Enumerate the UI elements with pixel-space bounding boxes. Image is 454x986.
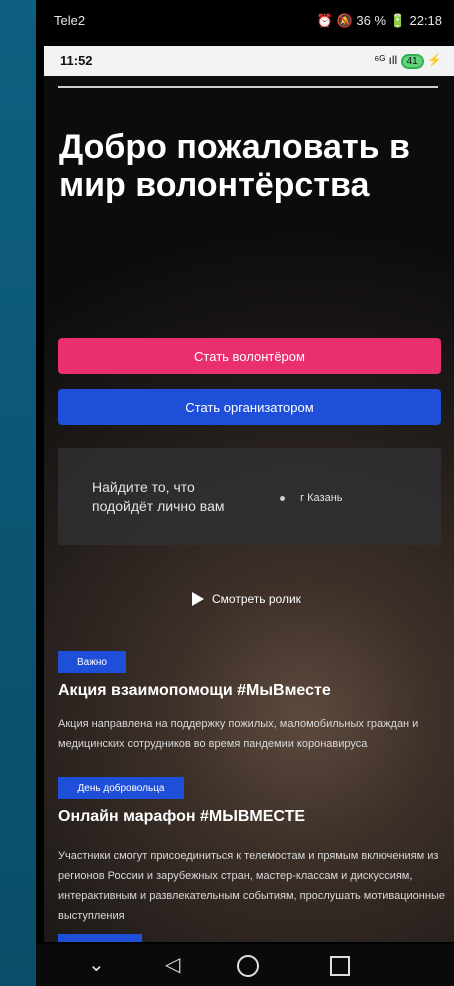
news-badge[interactable]: Важно: [58, 651, 126, 673]
location-pin-icon: [280, 495, 285, 501]
battery-icon: 41: [400, 54, 424, 69]
signal-icon: ⁶ᴳ ıll: [374, 53, 398, 67]
become-organizer-button[interactable]: Стать организатором: [58, 389, 441, 425]
news-title[interactable]: Онлайн марафон #МЫВМЕСТЕ: [58, 808, 305, 826]
news-description: Участники смогут присоединиться к телемо…: [58, 850, 445, 922]
system-navigation-bar: ⌄ ◁: [36, 944, 454, 986]
search-panel[interactable]: Найдите то, что подойдёт лично вам г Каз…: [58, 448, 441, 545]
home-icon[interactable]: [237, 955, 259, 977]
chevron-down-icon[interactable]: ⌄: [88, 952, 105, 977]
charging-icon: ⚡: [427, 53, 442, 67]
top-divider: [58, 86, 438, 88]
watch-video-label: Смотреть ролик: [212, 592, 301, 606]
recent-apps-icon[interactable]: [330, 956, 350, 976]
news-badge[interactable]: День добровольца: [58, 777, 184, 799]
page-title: Добро пожаловать в мир волонтёрства: [59, 128, 410, 204]
outer-status-bar: Tele2 ⏰ 🔕 36 % 🔋 22:18: [36, 0, 454, 42]
carrier-label: Tele2: [54, 13, 86, 28]
city-selector[interactable]: г Казань: [280, 492, 343, 504]
outer-status-icons: ⏰ 🔕 36 % 🔋 22:18: [316, 13, 442, 28]
become-volunteer-button[interactable]: Стать волонтёром: [58, 338, 441, 374]
inner-status-icons: ⁶ᴳ ıll 41 ⚡: [374, 53, 442, 69]
app-screen: Добро пожаловать в мир волонтёрства Стат…: [44, 76, 454, 942]
news-description: Акция направлена на поддержку пожилых, м…: [58, 718, 419, 750]
inner-time: 11:52: [60, 53, 93, 68]
play-icon: [192, 592, 204, 606]
phone-frame: Tele2 ⏰ 🔕 36 % 🔋 22:18 11:52 ⁶ᴳ ıll 41 ⚡…: [36, 0, 454, 986]
search-prompt: Найдите то, что подойдёт лично вам: [92, 479, 225, 514]
news-title[interactable]: Акция взаимопомощи #МыВместе: [58, 682, 331, 700]
city-label: г Казань: [300, 492, 343, 504]
watch-video-link[interactable]: Смотреть ролик: [192, 592, 301, 606]
back-icon[interactable]: ◁: [165, 952, 180, 977]
inner-status-bar: 11:52 ⁶ᴳ ıll 41 ⚡: [44, 46, 454, 76]
news-badge-partial[interactable]: [58, 934, 142, 942]
